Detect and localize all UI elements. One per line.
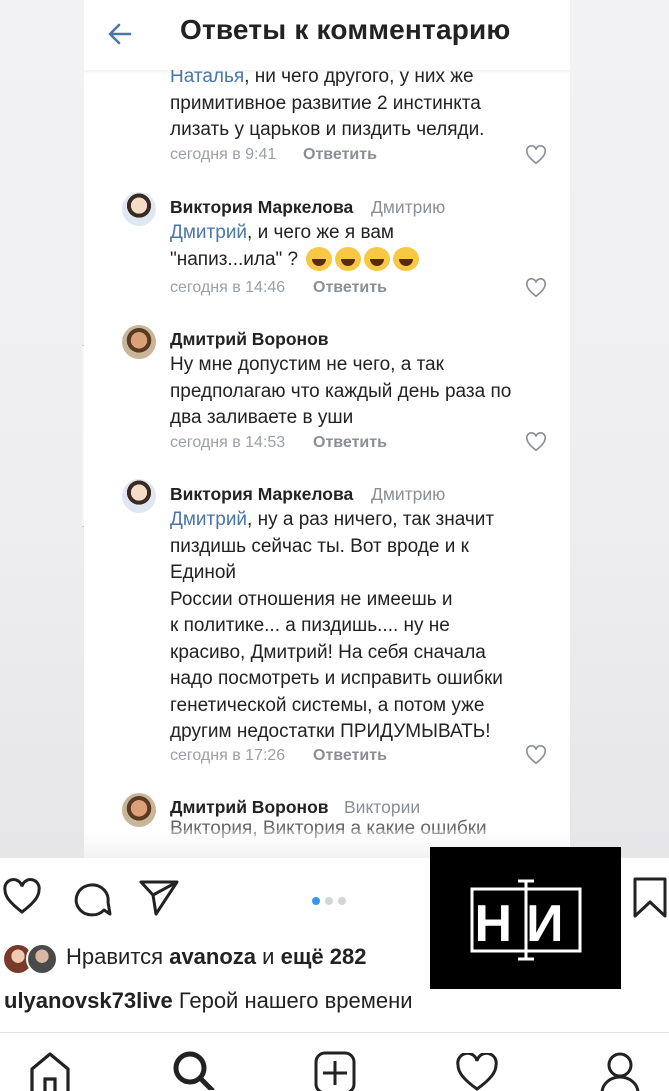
carousel-dot xyxy=(312,897,320,905)
carousel-dots xyxy=(312,892,351,910)
home-icon[interactable] xyxy=(28,1051,72,1091)
new-post-icon[interactable] xyxy=(314,1051,356,1091)
comment-time: сегодня в 14:46 xyxy=(170,279,286,296)
vk-app-screen: Ответы к комментарию Наталья, ни чего др… xyxy=(84,0,570,858)
like-heart-icon[interactable] xyxy=(525,278,547,298)
comment-author[interactable]: Дмитрий Воронов xyxy=(170,329,329,350)
caption-text: Герой нашего времени xyxy=(178,988,413,1013)
laughing-emoji-icon xyxy=(364,247,391,272)
comment-author[interactable]: Виктория Маркелова xyxy=(170,484,353,505)
likes-user[interactable]: avanoza xyxy=(169,944,256,969)
photographed-screen: Ответы к комментарию Наталья, ни чего др… xyxy=(0,0,669,858)
reply-to-name[interactable]: Дмитрию xyxy=(371,484,445,505)
comment-text: Наталья, ни чего другого, у них же прими… xyxy=(170,66,485,140)
laughing-emoji-icon xyxy=(335,247,362,272)
mention-link[interactable]: Дмитрий xyxy=(170,222,247,243)
search-icon[interactable] xyxy=(170,1049,216,1090)
comment-author[interactable]: Дмитрий Воронов xyxy=(170,797,329,818)
svg-text:НИ: НИ xyxy=(475,895,578,953)
avatar[interactable] xyxy=(122,325,156,359)
reply-to-name[interactable]: Дмитрию xyxy=(371,197,445,218)
like-heart-icon[interactable] xyxy=(525,145,547,165)
activity-heart-icon[interactable] xyxy=(455,1053,499,1091)
profile-icon[interactable] xyxy=(600,1051,640,1091)
caption-username[interactable]: ulyanovsk73live xyxy=(4,988,173,1013)
reply-to-name[interactable]: Виктории xyxy=(344,797,420,818)
post-caption: ulyanovsk73live Герой нашего времени xyxy=(4,988,413,1014)
comment-text: Ну мне допустим не чего, а так предполаг… xyxy=(170,354,512,428)
ni-logo-icon: НИ xyxy=(470,879,582,961)
share-icon[interactable] xyxy=(138,878,180,916)
liker-avatar[interactable] xyxy=(26,943,58,975)
reply-button[interactable]: Ответить xyxy=(313,279,387,297)
comment-icon[interactable] xyxy=(70,878,112,918)
comment-time: сегодня в 17:26 xyxy=(170,747,286,764)
mention-link[interactable]: Дмитрий xyxy=(170,509,247,530)
bottom-tab-bar xyxy=(0,1032,669,1091)
comment-time: сегодня в 14:53 xyxy=(170,434,286,451)
page-title: Ответы к комментарию xyxy=(180,14,511,45)
like-heart-icon[interactable] xyxy=(525,432,547,452)
comment-text: Дмитрий, и чего же я вам "напиз...ила" ? xyxy=(170,220,562,273)
avatar[interactable] xyxy=(122,479,156,513)
comment-time: сегодня в 9:41 xyxy=(170,146,277,163)
reply-button[interactable]: Ответить xyxy=(303,146,377,164)
like-heart-icon[interactable] xyxy=(2,878,42,916)
avatar[interactable] xyxy=(122,793,156,827)
bookmark-icon[interactable] xyxy=(632,876,668,920)
like-heart-icon[interactable] xyxy=(525,745,547,765)
reply-button[interactable]: Ответить xyxy=(313,747,387,765)
carousel-dot xyxy=(325,897,333,905)
likes-count[interactable]: ещё 282 xyxy=(281,944,367,969)
laughing-emoji-icon xyxy=(306,247,333,272)
likes-summary[interactable]: Нравится avanoza и ещё 282 xyxy=(66,944,366,970)
avatar[interactable] xyxy=(122,192,156,226)
vk-header: Ответы к комментарию xyxy=(84,0,570,70)
comment-text: Дмитрий, ну а раз ничего, так значит пиз… xyxy=(170,509,503,742)
carousel-dot xyxy=(338,897,346,905)
comment-author[interactable]: Виктория Маркелова xyxy=(170,197,353,218)
reply-button[interactable]: Ответить xyxy=(313,434,387,452)
laughing-emoji-icon xyxy=(393,247,420,272)
back-arrow-icon[interactable] xyxy=(104,18,136,50)
watermark-logo: НИ xyxy=(430,847,621,989)
